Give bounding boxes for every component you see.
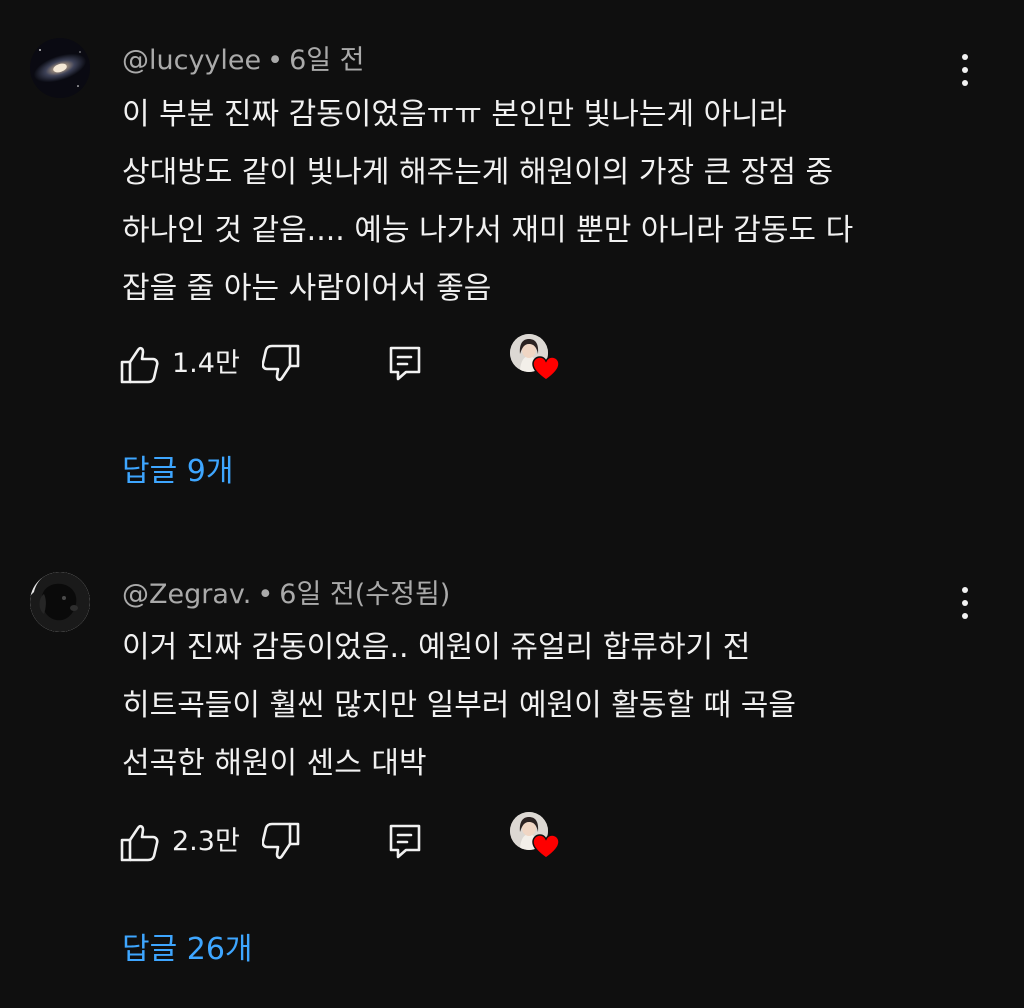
comment-author-handle[interactable]: @lucyylee [122, 45, 261, 76]
comment-text-line: 잡을 줄 아는 사람이어서 좋음 [122, 271, 492, 306]
reply-button[interactable] [386, 818, 426, 866]
comment-text-line: 이 부분 진짜 감동이었음ㅠㅠ 본인만 빛나는게 아니라 [122, 97, 787, 132]
comment-actions: 1.4만 [118, 334, 578, 388]
like-button[interactable] [118, 340, 162, 388]
thumbs-up-icon [120, 346, 159, 384]
creator-heart-badge [510, 812, 562, 864]
comment-text-line: 이거 진짜 감동이었음.. 예원이 쥬얼리 합류하기 전 [122, 630, 751, 665]
heart-icon [532, 356, 560, 381]
like-count: 2.3만 [172, 826, 240, 857]
reply-icon [389, 346, 421, 381]
comment-meta: @Zegrav. • 6일 전(수정됨) [122, 578, 450, 612]
like-count: 1.4만 [172, 348, 240, 379]
more-options-button[interactable] [948, 50, 982, 90]
comment-text-line: 선곡한 해원이 센스 대박 [122, 746, 427, 781]
meta-separator: • [257, 579, 274, 610]
dislike-button[interactable] [262, 818, 306, 866]
comment-text-line: 하나인 것 같음.... 예능 나가서 재미 뿐만 아니라 감동도 다 [122, 213, 854, 248]
more-options-button[interactable] [948, 583, 982, 623]
edited-label: (수정됨) [354, 579, 451, 610]
avatar[interactable] [30, 572, 90, 632]
galaxy-avatar-icon [30, 38, 90, 98]
comment-meta: @lucyylee • 6일 전 [122, 44, 365, 78]
comment-text: 이거 진짜 감동이었음.. 예원이 쥬얼리 합류하기 전 히트곡들이 훨씬 많지… [122, 619, 972, 793]
avatar[interactable] [30, 38, 90, 98]
comment-timestamp: 6일 전 [279, 579, 355, 610]
view-replies-link[interactable]: 답글 9개 [122, 452, 233, 492]
reply-icon [389, 824, 421, 859]
reply-button[interactable] [386, 340, 426, 388]
view-replies-link[interactable]: 답글 26개 [122, 930, 253, 970]
comment-text: 이 부분 진짜 감동이었음ㅠㅠ 본인만 빛나는게 아니라 상대방도 같이 빛나게… [122, 86, 972, 318]
like-button[interactable] [118, 818, 162, 866]
comment-text-line: 상대방도 같이 빛나게 해주는게 해원이의 가장 큰 장점 중 [122, 155, 834, 190]
thumbs-down-icon [262, 822, 300, 860]
heart-icon [532, 834, 560, 859]
comment-author-handle[interactable]: @Zegrav. [122, 579, 251, 610]
dog-avatar-icon [30, 572, 90, 632]
meta-separator: • [267, 45, 284, 76]
comment-timestamp: 6일 전 [289, 45, 365, 76]
dislike-button[interactable] [262, 340, 306, 388]
creator-heart-badge [510, 334, 562, 386]
comment-text-line: 히트곡들이 훨씬 많지만 일부러 예원이 활동할 때 곡을 [122, 688, 796, 723]
comment-actions: 2.3만 [118, 812, 578, 866]
thumbs-up-icon [120, 824, 159, 862]
thumbs-down-icon [262, 344, 300, 382]
